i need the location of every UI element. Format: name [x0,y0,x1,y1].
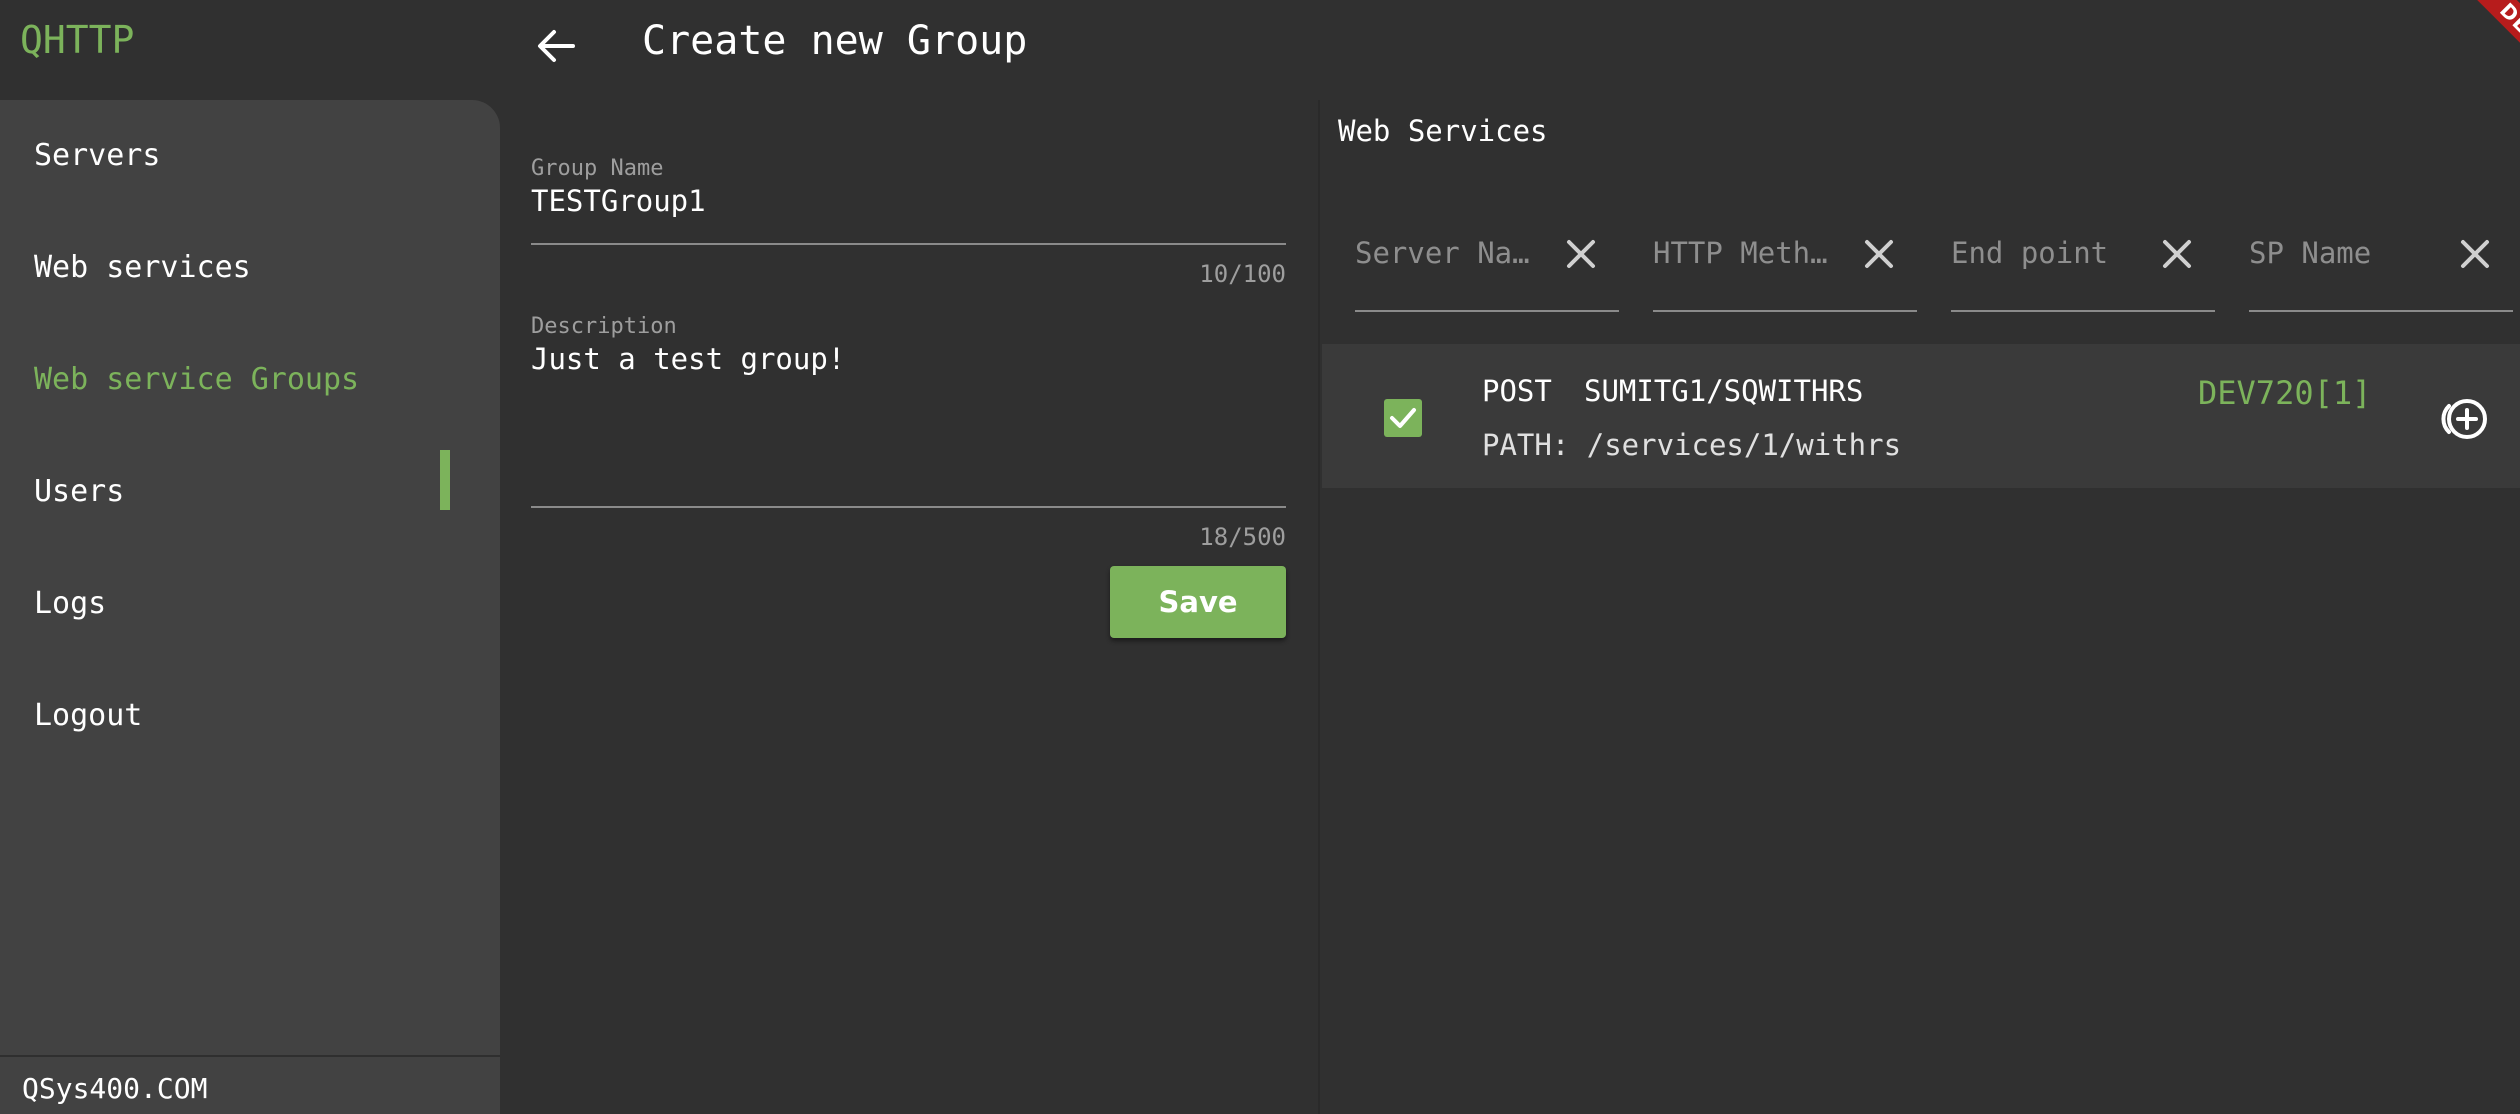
back-button[interactable] [528,18,584,74]
sidebar-item-logs[interactable]: Logs [34,586,106,621]
close-icon [2163,240,2191,268]
end-point-clear-button[interactable] [2155,232,2199,276]
http-method-filter-input[interactable] [1653,236,1843,270]
app-brand: QHTTP [20,18,135,62]
app-bar [0,0,2520,90]
active-nav-indicator [440,450,450,510]
save-button[interactable]: Save [1110,566,1286,638]
check-icon [1390,408,1416,428]
add-web-service-button[interactable] [2440,394,2490,444]
close-icon [1567,240,1595,268]
sp-name-filter-input[interactable] [2249,236,2439,270]
group-name-label: Group Name [531,156,664,181]
group-name-input[interactable] [531,184,1281,218]
filter-sp-name [2249,226,2513,312]
web-service-path: PATH: /services/1/withrs [1482,428,1902,462]
sidebar-item-logout[interactable]: Logout [34,698,142,733]
web-services-title: Web Services [1338,114,1548,148]
group-name-counter: 10/100 [1199,260,1286,288]
sidebar-divider [0,1055,500,1057]
server-name-filter-input[interactable] [1355,236,1545,270]
filter-underline [1653,310,1917,312]
sidebar-item-web-services[interactable]: Web services [34,250,251,285]
description-counter: 18/500 [1199,523,1286,551]
page-title: Create new Group [642,18,1028,64]
add-circle-icon [2441,399,2487,439]
description-input[interactable]: Just a test group! [531,342,1281,492]
web-service-endpoint: SUMITG1/SQWITHRS [1584,374,1864,408]
filter-underline [1355,310,1619,312]
filter-server-name [1355,226,1619,312]
sp-name-clear-button[interactable] [2453,232,2497,276]
description-underline [531,506,1286,508]
sidebar-item-web-service-groups[interactable]: Web service Groups [34,362,359,397]
description-label: Description [531,314,677,339]
end-point-filter-input[interactable] [1951,236,2141,270]
close-icon [1865,240,1893,268]
web-service-checkbox[interactable] [1384,399,1422,437]
panel-divider [1318,100,1320,1114]
sidebar-item-servers[interactable]: Servers [34,138,160,173]
web-service-method: POST [1482,374,1552,408]
sidebar: Servers Web services Web service Groups … [0,100,500,1114]
web-service-server: DEV720[1] [2198,374,2372,412]
group-name-underline [531,243,1286,245]
http-method-clear-button[interactable] [1857,232,1901,276]
server-name-clear-button[interactable] [1559,232,1603,276]
filter-underline [2249,310,2513,312]
close-icon [2461,240,2489,268]
filter-end-point [1951,226,2215,312]
sidebar-item-users[interactable]: Users [34,474,124,509]
filter-underline [1951,310,2215,312]
sidebar-footer-text: QSys400.COM [22,1072,208,1105]
list-item: POST SUMITG1/SQWITHRS PATH: /services/1/… [1322,344,2520,488]
arrow-left-icon [538,30,575,62]
filter-http-method [1653,226,1917,312]
